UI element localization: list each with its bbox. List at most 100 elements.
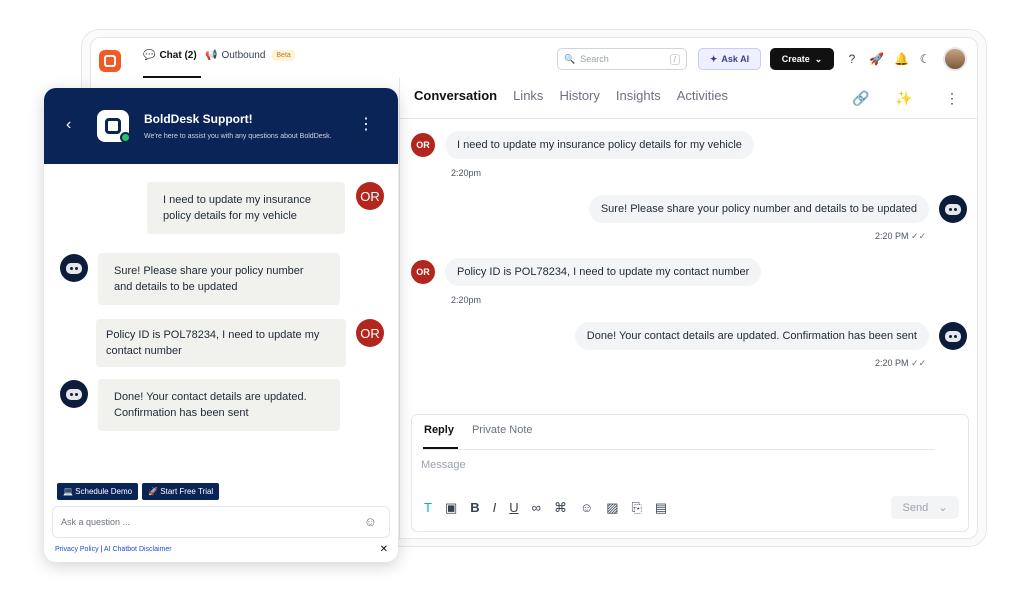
image-icon[interactable]: ▨: [606, 500, 618, 516]
close-icon[interactable]: ✕: [380, 544, 388, 555]
rocket-icon[interactable]: 🚀: [869, 52, 884, 66]
bot-icon: [66, 388, 82, 400]
send-label: Send: [902, 501, 929, 514]
message-time-row: 2:20 PM ✓✓: [875, 358, 926, 369]
bot-avatar: [939, 322, 967, 350]
tab-outbound-label: Outbound: [221, 50, 266, 61]
reply-tabs: Reply Private Note: [424, 424, 533, 436]
bot-icon: [945, 330, 961, 342]
message-row: Sure! Please share your policy number an…: [588, 195, 967, 223]
conversation-tabs: Conversation Links History Insights Acti…: [414, 88, 728, 103]
help-icon[interactable]: ?: [845, 52, 859, 66]
widget-footer: Privacy Policy | AI Chatbot Disclaimer: [55, 546, 172, 553]
chevron-down-icon: ⌄: [814, 53, 823, 64]
search-icon: 🔍: [564, 53, 576, 64]
create-button[interactable]: Create ⌄: [770, 48, 834, 70]
message-bubble: Done! Your contact details are updated. …: [574, 322, 929, 350]
widget-header: ‹ BoldDesk Support! We're here to assist…: [44, 88, 398, 164]
message-row: OR I need to update my insurance policy …: [411, 131, 754, 159]
message-input[interactable]: Message: [421, 459, 466, 471]
send-button[interactable]: Send ⌄: [891, 496, 959, 519]
create-label: Create: [781, 54, 810, 64]
bell-icon[interactable]: 🔔: [894, 52, 909, 66]
start-free-trial-button[interactable]: 🚀 Start Free Trial: [142, 483, 220, 500]
ask-ai-button[interactable]: ✦ Ask AI: [698, 48, 761, 70]
quick-actions: 💻 Schedule Demo 🚀 Start Free Trial: [57, 483, 220, 500]
editor-toolbar: T ▣ B I U ∞ ⌘ ☺ ▨ ⎘ ▤: [424, 500, 667, 516]
avatar: OR: [356, 182, 384, 210]
tab-history[interactable]: History: [559, 88, 599, 103]
more-vertical-icon[interactable]: ⋮: [945, 90, 959, 107]
message-time: 2:20 PM: [875, 231, 909, 241]
tab-private-note[interactable]: Private Note: [472, 424, 533, 436]
schedule-demo-button[interactable]: 💻 Schedule Demo: [57, 483, 139, 500]
megaphone-icon: 📢: [205, 50, 218, 61]
message-bubble: Policy ID is POL78234, I need to update …: [96, 319, 346, 367]
tab-reply[interactable]: Reply: [424, 424, 454, 436]
avatar: OR: [411, 133, 435, 157]
message-time: 2:20 PM: [875, 358, 909, 368]
bold-icon[interactable]: B: [470, 500, 479, 516]
bot-avatar: [60, 380, 88, 408]
search-shortcut: /: [669, 53, 680, 65]
conversation-panel: Conversation Links History Insights Acti…: [399, 78, 977, 538]
message-bubble: Sure! Please share your policy number an…: [98, 253, 340, 305]
input-placeholder: Ask a question ...: [61, 517, 131, 527]
message-time-row: 2:20 PM ✓✓: [875, 231, 926, 242]
link-icon[interactable]: ∞: [532, 500, 541, 516]
article-icon[interactable]: ▤: [655, 500, 667, 516]
underline-icon[interactable]: U: [509, 500, 518, 516]
canned-response-icon[interactable]: ▣: [445, 500, 457, 516]
search-input[interactable]: 🔍 Search /: [557, 48, 687, 70]
avatar: OR: [356, 319, 384, 347]
tab-chat[interactable]: 💬 Chat (2): [143, 50, 197, 61]
search-placeholder: Search: [580, 54, 609, 64]
bot-avatar: [60, 254, 88, 282]
message-bubble: Policy ID is POL78234, I need to update …: [445, 258, 762, 286]
tab-chat-label: Chat (2): [159, 50, 197, 61]
message-bubble: I need to update my insurance policy det…: [445, 131, 754, 159]
chat-icon: 💬: [143, 50, 156, 61]
emoji-icon[interactable]: ☺: [364, 514, 377, 529]
link-icon[interactable]: 🔗: [852, 90, 869, 107]
message-row: OR Policy ID is POL78234, I need to upda…: [411, 258, 762, 286]
chevron-down-icon: ⌄: [938, 502, 948, 514]
bot-avatar: [939, 195, 967, 223]
more-vertical-icon[interactable]: ⋮: [358, 114, 374, 134]
tab-outbound[interactable]: 📢 Outbound Beta: [205, 50, 295, 61]
message-bubble: I need to update my insurance policy det…: [147, 182, 345, 234]
code-icon[interactable]: ⌘: [554, 500, 567, 516]
beta-badge: Beta: [272, 50, 295, 61]
tab-links[interactable]: Links: [513, 88, 543, 103]
moon-icon[interactable]: ☾: [918, 52, 932, 66]
app-logo[interactable]: [99, 50, 121, 72]
privacy-policy-link[interactable]: Privacy Policy: [55, 546, 99, 553]
widget-subtitle: We're here to assist you with any questi…: [144, 133, 332, 140]
ai-disclaimer-link[interactable]: AI Chatbot Disclaimer: [104, 546, 172, 553]
tab-conversation[interactable]: Conversation: [414, 88, 497, 103]
online-status-icon: [120, 132, 131, 143]
tab-insights[interactable]: Insights: [616, 88, 661, 103]
double-check-icon: ✓✓: [911, 358, 927, 368]
ask-question-input[interactable]: Ask a question ... ☺: [52, 506, 390, 538]
message-bubble: Done! Your contact details are updated. …: [98, 379, 340, 431]
sparkle-icon[interactable]: ✨: [895, 90, 912, 107]
tab-activities[interactable]: Activities: [677, 88, 728, 103]
tab-chat-indicator: [143, 76, 201, 78]
emoji-icon[interactable]: ☺: [580, 500, 593, 516]
text-format-icon[interactable]: T: [424, 500, 432, 516]
message-row: Done! Your contact details are updated. …: [574, 322, 967, 350]
bot-icon: [66, 262, 82, 274]
sparkle-icon: ✦: [709, 53, 718, 64]
message-bubble: Sure! Please share your policy number an…: [588, 195, 929, 223]
attachment-icon[interactable]: ⎘: [632, 500, 642, 516]
avatar[interactable]: [943, 47, 967, 71]
back-icon[interactable]: ‹: [66, 116, 71, 134]
reply-editor: Reply Private Note Message T ▣ B I U ∞ ⌘…: [411, 414, 969, 532]
italic-icon[interactable]: I: [493, 500, 497, 516]
chat-widget: ‹ BoldDesk Support! We're here to assist…: [44, 88, 398, 562]
double-check-icon: ✓✓: [911, 231, 927, 241]
avatar: OR: [411, 260, 435, 284]
divider: [400, 118, 977, 119]
message-time: 2:20pm: [451, 295, 482, 305]
